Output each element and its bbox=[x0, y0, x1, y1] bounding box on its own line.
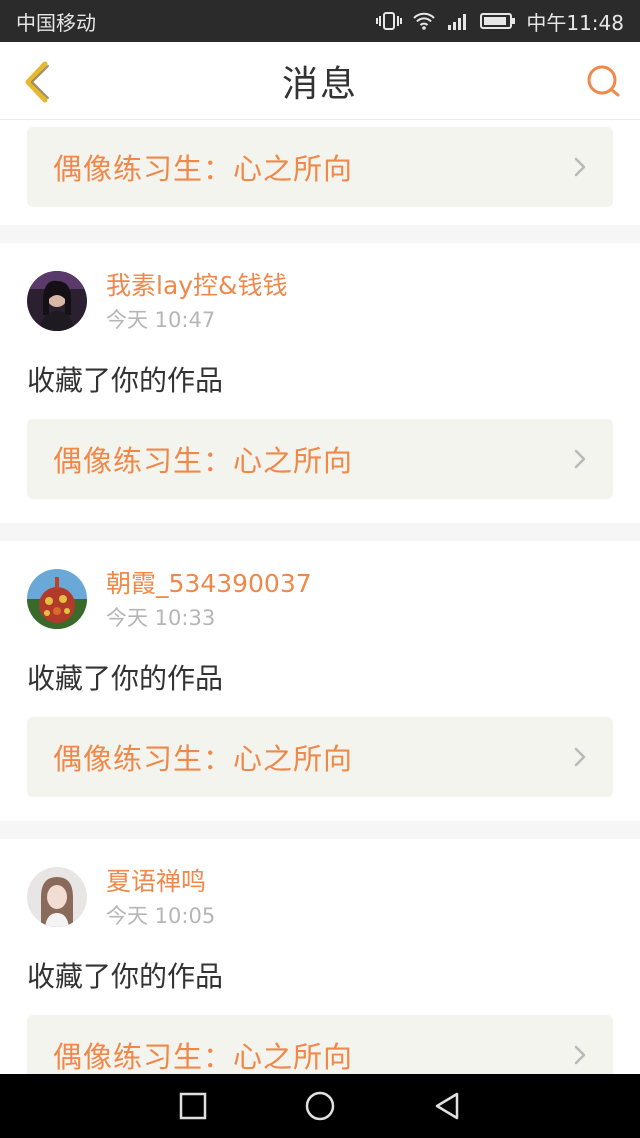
vibrate-icon bbox=[376, 11, 403, 31]
message-meta: 夏语禅鸣 今天 10:05 bbox=[106, 865, 215, 931]
circle-icon bbox=[305, 1091, 335, 1121]
recents-button[interactable] bbox=[173, 1086, 213, 1126]
wifi-icon bbox=[412, 11, 436, 31]
message-card: 偶像练习生：心之所向 bbox=[0, 121, 640, 225]
clock: 中午11:48 bbox=[526, 10, 624, 35]
chevron-right-icon bbox=[573, 448, 587, 470]
chevron-right-icon bbox=[573, 746, 587, 768]
timestamp: 今天 10:47 bbox=[106, 308, 216, 332]
action-text: 收藏了你的作品 bbox=[27, 960, 224, 993]
message-header: 我素lay控&钱钱 今天 10:47 bbox=[27, 269, 613, 341]
username[interactable]: 我素lay控&钱钱 bbox=[106, 269, 288, 303]
avatar[interactable] bbox=[27, 271, 87, 331]
home-button[interactable] bbox=[300, 1086, 340, 1126]
message-card: 朝霞_534390037 今天 10:33 收藏了你的作品 偶像练习生：心之所向 bbox=[0, 541, 640, 821]
header-bar: 消息 bbox=[0, 42, 640, 120]
search-icon bbox=[587, 65, 620, 97]
action-text: 收藏了你的作品 bbox=[27, 662, 224, 695]
back-arrow-icon bbox=[25, 61, 49, 103]
work-title: 偶像练习生：心之所向 bbox=[53, 152, 354, 186]
signal-icon bbox=[446, 11, 470, 31]
work-link[interactable]: 偶像练习生：心之所向 bbox=[27, 419, 613, 499]
search-button[interactable] bbox=[582, 60, 626, 104]
avatar[interactable] bbox=[27, 867, 87, 927]
system-nav-bar bbox=[0, 1074, 640, 1138]
page-title: 消息 bbox=[281, 63, 358, 105]
avatar[interactable] bbox=[27, 569, 87, 629]
message-list[interactable]: 偶像练习生：心之所向 我素lay控&钱钱 今天 10:47 收藏了你的作品 偶像… bbox=[0, 121, 640, 1074]
message-card: 我素lay控&钱钱 今天 10:47 收藏了你的作品 偶像练习生：心之所向 bbox=[0, 243, 640, 523]
username[interactable]: 夏语禅鸣 bbox=[106, 865, 215, 899]
message-meta: 我素lay控&钱钱 今天 10:47 bbox=[106, 269, 288, 335]
action-text: 收藏了你的作品 bbox=[27, 364, 224, 397]
username[interactable]: 朝霞_534390037 bbox=[106, 567, 312, 601]
message-header: 夏语禅鸣 今天 10:05 bbox=[27, 865, 613, 937]
work-link[interactable]: 偶像练习生：心之所向 bbox=[27, 127, 613, 207]
message-meta: 朝霞_534390037 今天 10:33 bbox=[106, 567, 312, 633]
work-title: 偶像练习生：心之所向 bbox=[53, 444, 354, 478]
work-title: 偶像练习生：心之所向 bbox=[53, 742, 354, 776]
timestamp: 今天 10:33 bbox=[106, 606, 216, 630]
work-link[interactable]: 偶像练习生：心之所向 bbox=[27, 717, 613, 797]
square-icon bbox=[180, 1092, 207, 1120]
back-button[interactable] bbox=[14, 58, 58, 106]
status-bar: 中国移动 中午11:48 bbox=[0, 0, 640, 42]
carrier-label: 中国移动 bbox=[16, 10, 96, 35]
message-card: 夏语禅鸣 今天 10:05 收藏了你的作品 偶像练习生：心之所向 bbox=[0, 839, 640, 1074]
chevron-right-icon bbox=[573, 1044, 587, 1066]
message-header: 朝霞_534390037 今天 10:33 bbox=[27, 567, 613, 639]
triangle-back-icon bbox=[435, 1092, 458, 1120]
status-icons: 中午11:48 bbox=[376, 7, 624, 36]
chevron-right-icon bbox=[573, 156, 587, 178]
work-link[interactable]: 偶像练习生：心之所向 bbox=[27, 1015, 613, 1074]
battery-icon bbox=[480, 11, 516, 31]
work-title: 偶像练习生：心之所向 bbox=[53, 1040, 354, 1074]
back-nav-button[interactable] bbox=[427, 1086, 467, 1126]
timestamp: 今天 10:05 bbox=[106, 904, 216, 928]
